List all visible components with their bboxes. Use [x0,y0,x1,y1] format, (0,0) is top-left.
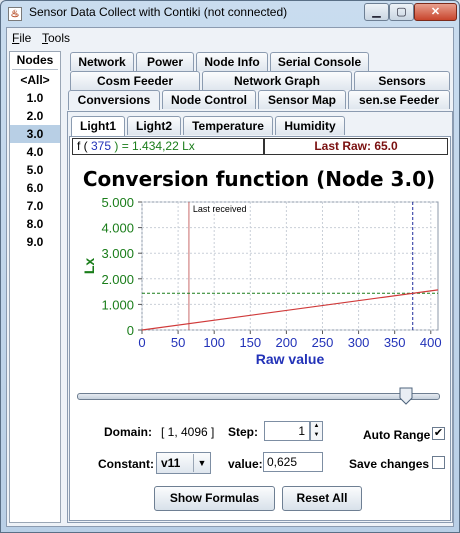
tab-cosm-feeder[interactable]: Cosm Feeder [70,71,200,90]
chart-title: Conversion function (Node 3.0) [82,167,436,191]
tab-network-graph[interactable]: Network Graph [202,71,352,90]
step-spinner[interactable]: ▲ ▼ [310,421,323,441]
tab-light1[interactable]: Light1 [71,116,125,136]
menu-tools[interactable]: Tools [42,31,70,45]
x-tick-label: 150 [239,335,261,350]
y-tick-label: 3.000 [101,246,134,261]
nodes-list: Nodes <All> 1.0 2.0 3.0 4.0 5.0 6.0 7.0 8.0 9.0 [9,51,61,523]
save-changes-checkbox[interactable] [432,456,445,469]
tab-serial-console[interactable]: Serial Console [270,52,369,71]
constant-select[interactable]: v11 ▼ [156,452,211,474]
menu-bar: File Tools [7,28,453,48]
x-tick-label: 100 [203,335,225,350]
tab-temperature[interactable]: Temperature [183,116,273,135]
node-item[interactable]: 6.0 [10,179,60,197]
formula-raw-value: 375 [91,139,112,153]
node-item[interactable]: 3.0 [10,125,60,143]
tab-sensor-map[interactable]: Sensor Map [258,90,346,109]
constant-value-field[interactable]: 0,625 [263,452,323,472]
reset-all-button[interactable]: Reset All [282,486,362,511]
y-tick-label: 1.000 [101,297,134,312]
spinner-up-icon[interactable]: ▲ [311,422,322,431]
tab-light2[interactable]: Light2 [127,116,181,135]
close-button[interactable]: ✕ [414,3,457,21]
nodes-list-divider [12,69,58,70]
node-item[interactable]: 2.0 [10,107,60,125]
title-bar[interactable]: ♨ Sensor Data Collect with Contiki (not … [1,1,459,27]
node-item[interactable]: 9.0 [10,233,60,251]
tab-node-info[interactable]: Node Info [196,52,268,71]
formula-display: f ( 375 ) = 1.434,22 Lx [72,138,264,155]
x-axis-label: Raw value [256,351,325,367]
raw-value-slider-thumb[interactable] [399,387,413,405]
constant-select-value: v11 [161,456,181,470]
node-item[interactable]: 8.0 [10,215,60,233]
formula-result: ) = 1.434,22 Lx [111,139,195,153]
x-tick-label: 300 [348,335,370,350]
x-tick-label: 250 [312,335,334,350]
x-tick-label: 0 [138,335,145,350]
node-item[interactable]: 1.0 [10,89,60,107]
step-field[interactable]: 1 [264,421,310,441]
chevron-down-icon[interactable]: ▼ [193,454,210,472]
tab-node-control[interactable]: Node Control [162,90,256,109]
node-item[interactable]: <All> [10,71,60,89]
y-tick-label: 2.000 [101,272,134,287]
x-tick-label: 200 [276,335,298,350]
save-changes-label: Save changes [349,457,430,471]
minimize-button[interactable]: ▁ [364,3,389,21]
conversion-chart: 0 50 100 150 200 250 300 350 400 0 1.000 2.000 3.000… [81,195,442,367]
x-tick-label: 350 [384,335,406,350]
plot-area [141,201,439,331]
node-item[interactable]: 5.0 [10,161,60,179]
y-axis-label: Lx [81,258,97,275]
window-title: Sensor Data Collect with Contiki (not co… [29,5,288,19]
auto-range-label: Auto Range [363,428,431,442]
tab-power[interactable]: Power [136,52,194,71]
node-item[interactable]: 7.0 [10,197,60,215]
auto-range-checkbox[interactable]: ✔ [432,427,445,440]
menu-file[interactable]: File [12,31,31,45]
menu-tools-label: ools [48,31,71,45]
y-tick-label: 4.000 [101,221,134,236]
value-label: value: [228,457,263,471]
menu-file-label: ile [19,31,32,45]
constant-label: Constant: [98,457,154,471]
formula-prefix: f ( [77,139,91,153]
nodes-list-title: Nodes [16,53,54,67]
tab-sense-feeder[interactable]: sen.se Feeder [348,90,450,109]
tab-network[interactable]: Network [70,52,134,71]
x-tick-label: 400 [420,335,442,350]
maximize-button[interactable]: ▢ [389,3,414,21]
y-tick-label: 0 [127,323,134,338]
x-tick-label: 50 [171,335,185,350]
tab-sensors[interactable]: Sensors [354,71,450,90]
domain-value: [ 1, 4096 ] [161,425,215,439]
domain-label: Domain: [104,425,152,439]
last-received-label: Last received [193,204,247,214]
raw-value-slider-track[interactable] [77,393,440,400]
step-label: Step: [228,425,258,439]
spinner-down-icon[interactable]: ▼ [311,431,322,440]
java-app-icon: ♨ [8,7,22,21]
last-raw-display: Last Raw: 65.0 [264,138,448,155]
y-tick-label: 5.000 [101,195,134,210]
show-formulas-button[interactable]: Show Formulas [154,486,275,511]
tab-humidity[interactable]: Humidity [275,116,345,135]
tab-conversions[interactable]: Conversions [68,90,160,110]
node-item[interactable]: 4.0 [10,143,60,161]
